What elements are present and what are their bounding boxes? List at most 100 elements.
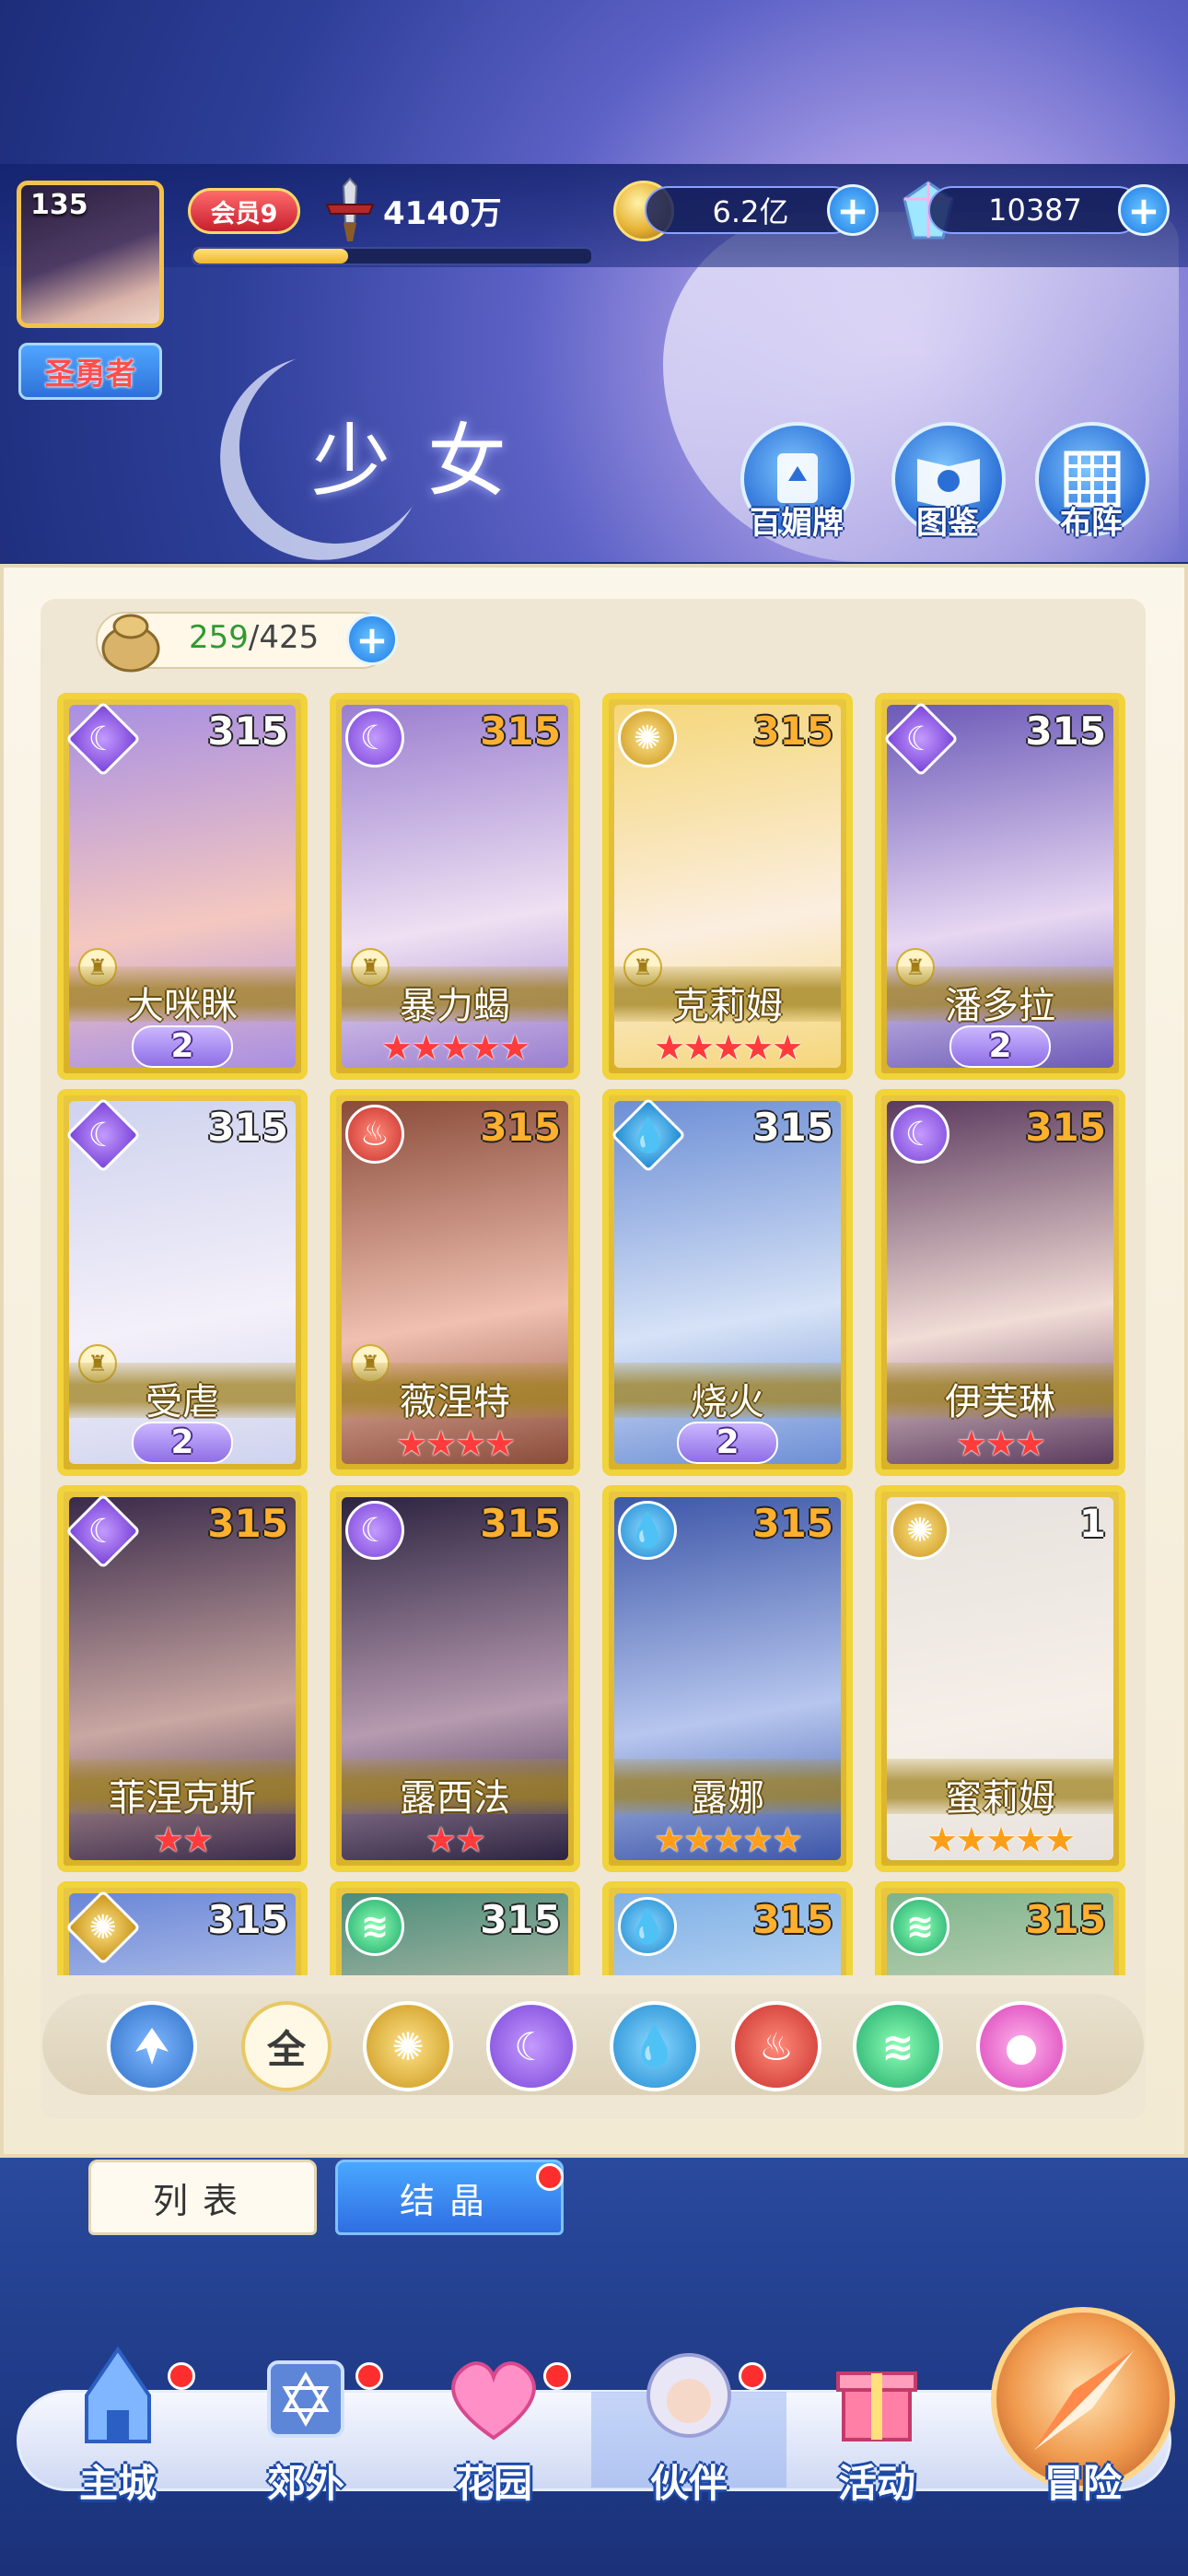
character-card-grid: ☾315♜大咪眯2☾315♜暴力蝎★★★★★✺315♜克莉姆★★★★★☾315♜… — [57, 693, 1133, 1975]
character-level: 315 — [480, 1501, 561, 1546]
character-card[interactable]: ☾ 315 露西法 ★★ — [330, 1485, 580, 1872]
filter-all-button[interactable]: 全 — [241, 2001, 332, 2091]
character-name: 伊芙琳 — [945, 1381, 1055, 1423]
fire-element-icon: ♨ — [345, 1105, 404, 1164]
gold-amount: 6.2亿 — [645, 186, 856, 234]
character-level: 315 — [752, 1501, 833, 1546]
moon-icon: ☾ — [514, 2023, 549, 2069]
nav-garden[interactable]: 花园 — [402, 2340, 586, 2506]
filter-moon-button[interactable]: ☾ — [486, 2001, 577, 2091]
expand-capacity-button[interactable]: + — [346, 614, 398, 665]
rank-wing-badge: 2 — [949, 1025, 1051, 1068]
rank-wing-badge: 2 — [132, 1422, 233, 1464]
nav-garden-dot — [543, 2362, 571, 2390]
character-card[interactable]: 💧 315 露娜 ★★★★★ — [602, 1485, 853, 1872]
character-card[interactable]: 💧 315 — [602, 1881, 853, 1975]
formation-label: 布阵 — [1060, 505, 1123, 542]
bag-icon — [101, 614, 160, 673]
character-card[interactable]: ✺ 1 蜜莉姆 ★★★★★ — [875, 1485, 1125, 1872]
character-level: 315 — [480, 708, 561, 754]
nav-companions[interactable]: 伙伴 — [597, 2340, 781, 2506]
star-rating: ★★★★ — [395, 1423, 516, 1464]
nav-outskirts[interactable]: 郊外 — [214, 2340, 398, 2506]
sort-up-button[interactable] — [107, 2001, 197, 2091]
nav-adventure-label: 冒险 — [1043, 2461, 1122, 2506]
character-level: 315 — [207, 1897, 288, 1942]
character-level: 1 — [1078, 1501, 1106, 1546]
character-card[interactable]: ✺ 315 — [57, 1881, 308, 1975]
character-name: 潘多拉 — [945, 985, 1055, 1027]
add-gems-button[interactable]: + — [1118, 184, 1170, 236]
wind-element-icon: ≋ — [345, 1897, 404, 1956]
player-level: 135 — [30, 189, 88, 221]
fire-icon: ♨ — [759, 2023, 794, 2069]
character-level: 315 — [480, 1105, 561, 1150]
character-card[interactable]: ☾315♜受虐2 — [57, 1089, 308, 1476]
character-level: 315 — [752, 708, 833, 754]
water-element-icon: 💧 — [618, 1501, 677, 1560]
nav-companions-label: 伙伴 — [649, 2461, 728, 2506]
nav-main-city-label: 主城 — [78, 2461, 157, 2506]
heart-icon — [451, 2361, 536, 2441]
character-name: 暴力蝎 — [400, 985, 510, 1027]
capacity-text: 259/425 — [189, 619, 319, 656]
nav-garden-label: 花园 — [454, 2461, 532, 2506]
nav-main-city[interactable]: 主城 — [26, 2340, 210, 2506]
sun-icon: ✺ — [391, 2023, 425, 2069]
character-card[interactable]: ♨315♜薇涅特★★★★ — [330, 1089, 580, 1476]
companion-portrait-icon — [646, 2353, 731, 2438]
capacity-max: 425 — [259, 619, 320, 656]
character-level: 315 — [207, 708, 288, 754]
nav-outskirts-dot — [355, 2362, 383, 2390]
star-rating: ★★★★★ — [653, 1820, 803, 1860]
rank-wing-badge: 2 — [677, 1422, 778, 1464]
character-card[interactable]: ≋ 315 — [875, 1881, 1125, 1975]
character-card[interactable]: ✺315♜克莉姆★★★★★ — [602, 693, 853, 1080]
character-card[interactable]: ☾ 315 菲涅克斯 ★★ — [57, 1485, 308, 1872]
vip-badge[interactable]: 会员9 — [188, 188, 300, 234]
character-level: 315 — [1025, 1105, 1106, 1150]
star-rating: ★★★★★ — [653, 1027, 803, 1068]
filter-pink-button[interactable]: ● — [976, 2001, 1066, 2091]
codex-label: 图鉴 — [916, 505, 979, 542]
character-level: 315 — [1025, 1897, 1106, 1942]
capacity-current: 259 — [189, 619, 249, 656]
player-title-badge[interactable]: 圣勇者 — [18, 343, 162, 400]
water-element-icon: 💧 — [618, 1897, 677, 1956]
sun-element-icon: ✺ — [618, 708, 677, 767]
filter-wind-button[interactable]: ≋ — [853, 2001, 943, 2091]
rank-wing-badge: 2 — [132, 1025, 233, 1068]
nav-events[interactable]: 活动 — [785, 2340, 969, 2506]
character-level: 315 — [752, 1897, 833, 1942]
water-icon: 💧 — [630, 2023, 680, 2068]
character-card[interactable]: ☾315♜暴力蝎★★★★★ — [330, 693, 580, 1080]
player-avatar[interactable]: 135 — [17, 181, 164, 328]
character-card[interactable]: 💧 315 烧火 2 — [602, 1089, 853, 1476]
character-card[interactable]: ☾ 315 伊芙琳 ★★★ — [875, 1089, 1125, 1476]
moon-element-icon: ☾ — [891, 1105, 949, 1164]
character-card[interactable]: ☾315♜潘多拉2 — [875, 693, 1125, 1080]
tab-list[interactable]: 列表 — [88, 2160, 317, 2235]
character-name: 露娜 — [691, 1777, 764, 1820]
gem-amount: 10387 — [928, 186, 1142, 234]
exp-progress-bar — [192, 247, 593, 265]
character-name: 大咪眯 — [127, 985, 238, 1027]
star-rating: ★★★ — [955, 1423, 1046, 1464]
character-level: 315 — [1025, 708, 1106, 754]
add-gold-button[interactable]: + — [827, 184, 879, 236]
character-card[interactable]: ☾315♜大咪眯2 — [57, 693, 308, 1080]
star-rating: ★★★★★ — [926, 1820, 1076, 1860]
nav-events-label: 活动 — [837, 2461, 915, 2506]
card-deck-label: 百媚牌 — [750, 505, 844, 542]
filter-water-button[interactable]: 💧 — [610, 2001, 700, 2091]
character-level: 315 — [207, 1105, 288, 1150]
character-card[interactable]: ≋ 315 — [330, 1881, 580, 1975]
sword-power-icon — [325, 177, 375, 241]
character-level: 315 — [480, 1897, 561, 1942]
wind-icon: ≋ — [881, 2023, 914, 2069]
filter-sun-button[interactable]: ✺ — [363, 2001, 453, 2091]
filter-fire-button[interactable]: ♨ — [731, 2001, 821, 2091]
moon-element-icon: ☾ — [345, 708, 404, 767]
tab-crystal[interactable]: 结晶 — [335, 2160, 564, 2235]
header-banner — [0, 0, 1188, 562]
